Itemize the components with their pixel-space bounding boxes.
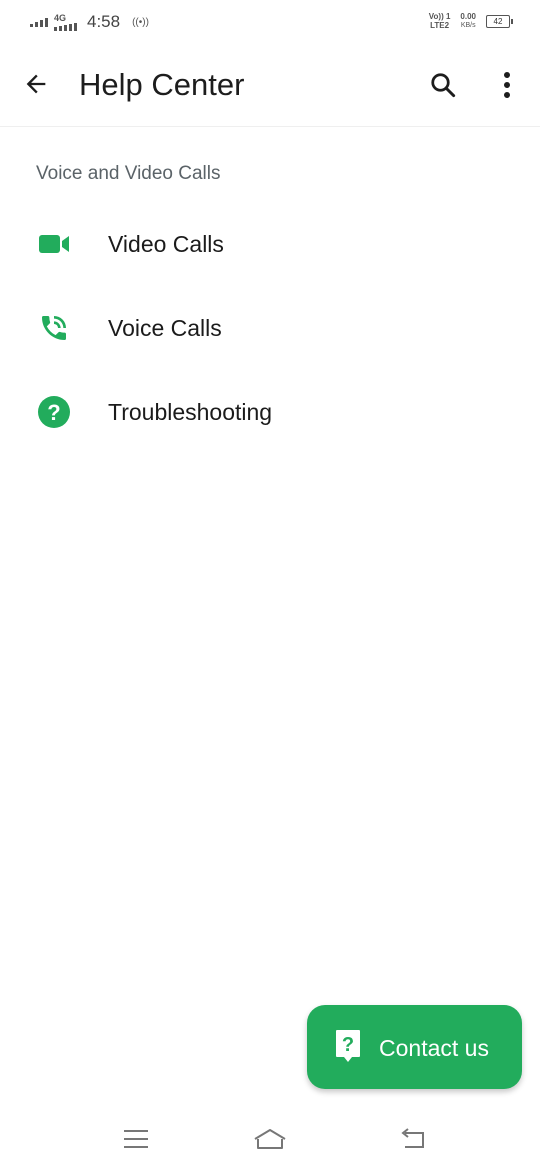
volte-top: Vo)) 1 — [428, 12, 451, 21]
signal-2-icon — [54, 22, 77, 31]
home-icon — [254, 1129, 286, 1149]
status-right: Vo)) 1 LTE2 0.00 KB/s 42 — [429, 12, 513, 30]
system-nav-bar — [0, 1110, 540, 1170]
volte-bottom: LTE2 — [430, 21, 450, 30]
section-title: Voice and Video Calls — [36, 163, 221, 184]
list-item-video-calls[interactable]: Video Calls — [0, 202, 540, 286]
volte-indicator: Vo)) 1 LTE2 — [429, 12, 451, 30]
svg-text:?: ? — [47, 400, 60, 425]
battery-icon: 42 — [486, 14, 513, 28]
contact-us-label: Contact us — [379, 1035, 489, 1061]
search-icon — [431, 73, 456, 98]
network-type: 4G — [54, 12, 77, 31]
back-button[interactable] — [18, 66, 54, 102]
video-camera-icon — [36, 226, 72, 262]
hotspot-icon: ((•)) — [132, 16, 149, 28]
menu-lines-icon — [124, 1130, 148, 1148]
help-circle-icon: ? — [36, 394, 72, 430]
list-item-label: Troubleshooting — [108, 399, 273, 425]
list-item-label: Voice Calls — [108, 315, 222, 341]
list-item-troubleshooting[interactable]: ? Troubleshooting — [0, 370, 540, 454]
more-options-button[interactable] — [492, 66, 522, 104]
recent-apps-button[interactable] — [116, 1124, 156, 1154]
phone-ringing-icon — [36, 310, 72, 346]
network-type-label: 4G — [54, 12, 67, 23]
arrow-left-icon — [26, 74, 46, 94]
app-bar: Help Center — [0, 44, 540, 127]
list-item-label: Video Calls — [108, 231, 224, 257]
more-vertical-icon — [504, 72, 510, 98]
page-title: Help Center — [79, 67, 245, 102]
svg-text:?: ? — [342, 1034, 354, 1056]
status-left: 4G 4:58 ((•)) — [30, 10, 149, 34]
contact-us-button[interactable]: ? Contact us — [307, 1005, 522, 1089]
net-speed-unit: KB/s — [460, 22, 476, 29]
search-button[interactable] — [424, 66, 462, 104]
battery-level: 42 — [493, 16, 503, 26]
net-speed-value: 0.00 — [460, 12, 476, 21]
back-nav-button[interactable] — [392, 1124, 432, 1154]
return-icon — [401, 1128, 424, 1148]
signal-icon — [30, 17, 48, 27]
status-bar: 4G 4:58 ((•)) Vo)) 1 LTE2 0.00 KB/s 42 — [0, 0, 540, 44]
home-button[interactable] — [250, 1124, 290, 1154]
list-item-voice-calls[interactable]: Voice Calls — [0, 286, 540, 370]
question-bubble-icon: ? — [336, 1030, 360, 1062]
net-speed: 0.00 KB/s — [460, 12, 476, 30]
clock: 4:58 — [87, 12, 121, 31]
